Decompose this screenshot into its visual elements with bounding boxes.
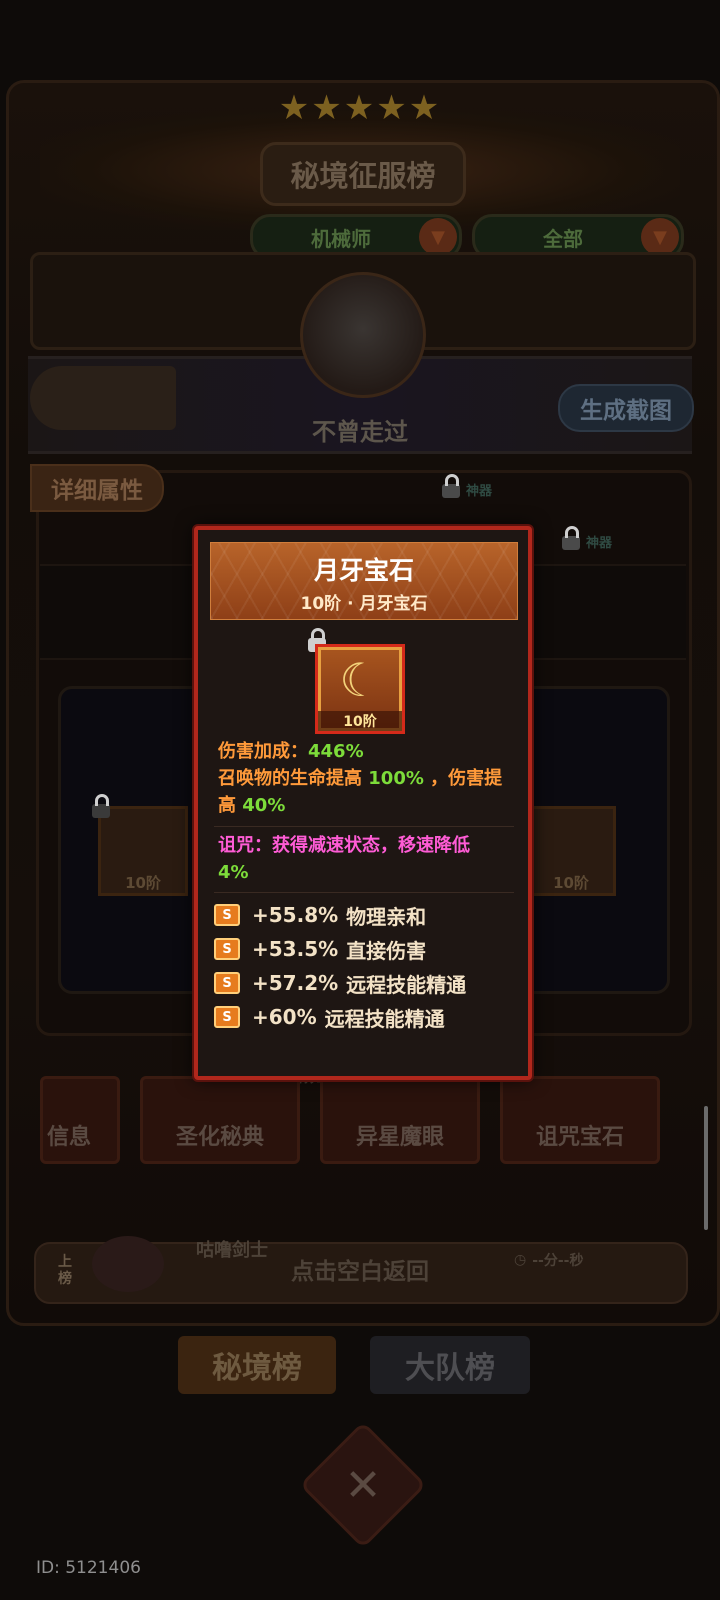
curse-text: 诅咒：获得减速状态，移速降低	[218, 835, 470, 856]
s-rank-icon: S	[214, 1006, 240, 1028]
page-title: 秘境征服榜	[260, 142, 466, 206]
locked-slot-top: 神器	[442, 474, 493, 499]
gem-subtitle: 10阶 · 月牙宝石	[300, 594, 428, 614]
chevron-down-icon: ▼	[419, 218, 457, 256]
rank-avatar	[92, 1236, 164, 1292]
affix-name: 远程技能精通	[346, 972, 467, 997]
curse-line: 诅咒：获得减速状态，移速降低 4%	[218, 832, 508, 886]
affix-name: 直接伤害	[346, 938, 427, 963]
lock-icon	[562, 526, 580, 550]
rank-label: 上榜	[58, 1254, 72, 1287]
affix-name: 远程技能精通	[324, 1006, 445, 1031]
slot-level: 10阶	[553, 874, 589, 892]
tab-secret-realm[interactable]: 秘境榜	[178, 1336, 336, 1394]
stat-value: 100%	[368, 768, 424, 789]
affix-value: +53.5%	[252, 937, 339, 961]
avatar[interactable]	[300, 272, 426, 398]
affix-row: S +60% 远程技能精通	[214, 1000, 514, 1034]
divider	[214, 826, 514, 827]
affix-list: S +55.8% 物理亲和 S +53.5% 直接伤害 S +57.2% 远程技…	[214, 898, 514, 1034]
affix-value: +60%	[252, 1005, 317, 1029]
player-name: 不曾走过	[312, 418, 408, 446]
category-alien-eye[interactable]: 异星魔眼	[320, 1076, 480, 1164]
crescent-moon-icon: ☾	[339, 653, 381, 707]
category-sanctified-codex[interactable]: 圣化秘典	[140, 1076, 300, 1164]
category-label: 诅咒宝石	[535, 1125, 624, 1150]
chevron-down-icon: ▼	[641, 218, 679, 256]
scope-filter-label: 全部	[543, 226, 583, 251]
class-filter-label: 机械师	[311, 226, 371, 251]
player-portrait	[30, 366, 176, 430]
scrollbar[interactable]	[704, 1106, 708, 1230]
affix-row: S +55.8% 物理亲和	[214, 898, 514, 932]
affix-value: +57.2%	[252, 971, 339, 995]
user-id: ID: 5121406	[36, 1558, 141, 1578]
popup-header: 月牙宝石 10阶 · 月牙宝石	[210, 542, 518, 620]
rank-time-value: --分--秒	[532, 1253, 584, 1269]
s-rank-icon: S	[214, 972, 240, 994]
right-gem-slot[interactable]: 10阶	[526, 806, 616, 896]
stat-value: 446%	[308, 741, 364, 762]
affix-name: 物理亲和	[346, 904, 427, 929]
lock-icon	[92, 794, 110, 818]
s-rank-icon: S	[214, 904, 240, 926]
locked-slot-label: 神器	[466, 483, 493, 499]
slot-level: 10阶	[125, 874, 161, 892]
category-label: 信息	[47, 1125, 92, 1150]
category-label: 异星魔眼	[355, 1125, 444, 1150]
rank-time: ◷ --分--秒	[514, 1250, 583, 1270]
rank-player-name: 咕噜剑士	[196, 1240, 268, 1261]
gem-detail-popup: 月牙宝石 10阶 · 月牙宝石 ☾ 10阶 伤害加成：446% 召唤物的生命提高…	[194, 526, 532, 1080]
gem-level-badge: 10阶	[318, 711, 402, 731]
stat-value: 40%	[242, 795, 286, 816]
close-button[interactable]: ✕	[299, 1421, 427, 1549]
locked-slot-right: 神器	[562, 526, 613, 551]
gem-title: 月牙宝石	[313, 556, 414, 585]
star-rating-icon: ★★★★★	[278, 88, 442, 128]
gem-icon-frame: ☾ 10阶	[315, 644, 405, 734]
close-icon: ✕	[344, 1459, 382, 1511]
category-info[interactable]: 信息	[40, 1076, 120, 1164]
divider	[214, 892, 514, 893]
lock-icon	[442, 474, 460, 498]
damage-bonus-line: 伤害加成：446%	[218, 738, 508, 765]
curse-value: 4%	[218, 862, 249, 883]
clock-icon: ◷	[514, 1252, 527, 1268]
tab-detail-attributes[interactable]: 详细属性	[30, 464, 164, 512]
stat-label: 召唤物的生命提高	[218, 768, 369, 789]
tab-squad[interactable]: 大队榜	[370, 1336, 530, 1394]
affix-row: S +53.5% 直接伤害	[214, 932, 514, 966]
category-curse-gem[interactable]: 诅咒宝石	[500, 1076, 660, 1164]
s-rank-icon: S	[214, 938, 240, 960]
summon-bonus-line: 召唤物的生命提高 100% ，伤害提高 40%	[218, 765, 508, 819]
affix-value: +55.8%	[252, 903, 339, 927]
affix-row: S +57.2% 远程技能精通	[214, 966, 514, 1000]
locked-slot-label: 神器	[586, 535, 613, 551]
stat-label: 伤害加成：	[218, 741, 308, 762]
tap-to-return-hint-bottom: 点击空白返回	[291, 1259, 429, 1285]
left-gem-slot[interactable]: 10阶	[98, 806, 188, 896]
snapshot-button[interactable]: 生成截图	[558, 384, 694, 432]
category-label: 圣化秘典	[175, 1125, 264, 1150]
